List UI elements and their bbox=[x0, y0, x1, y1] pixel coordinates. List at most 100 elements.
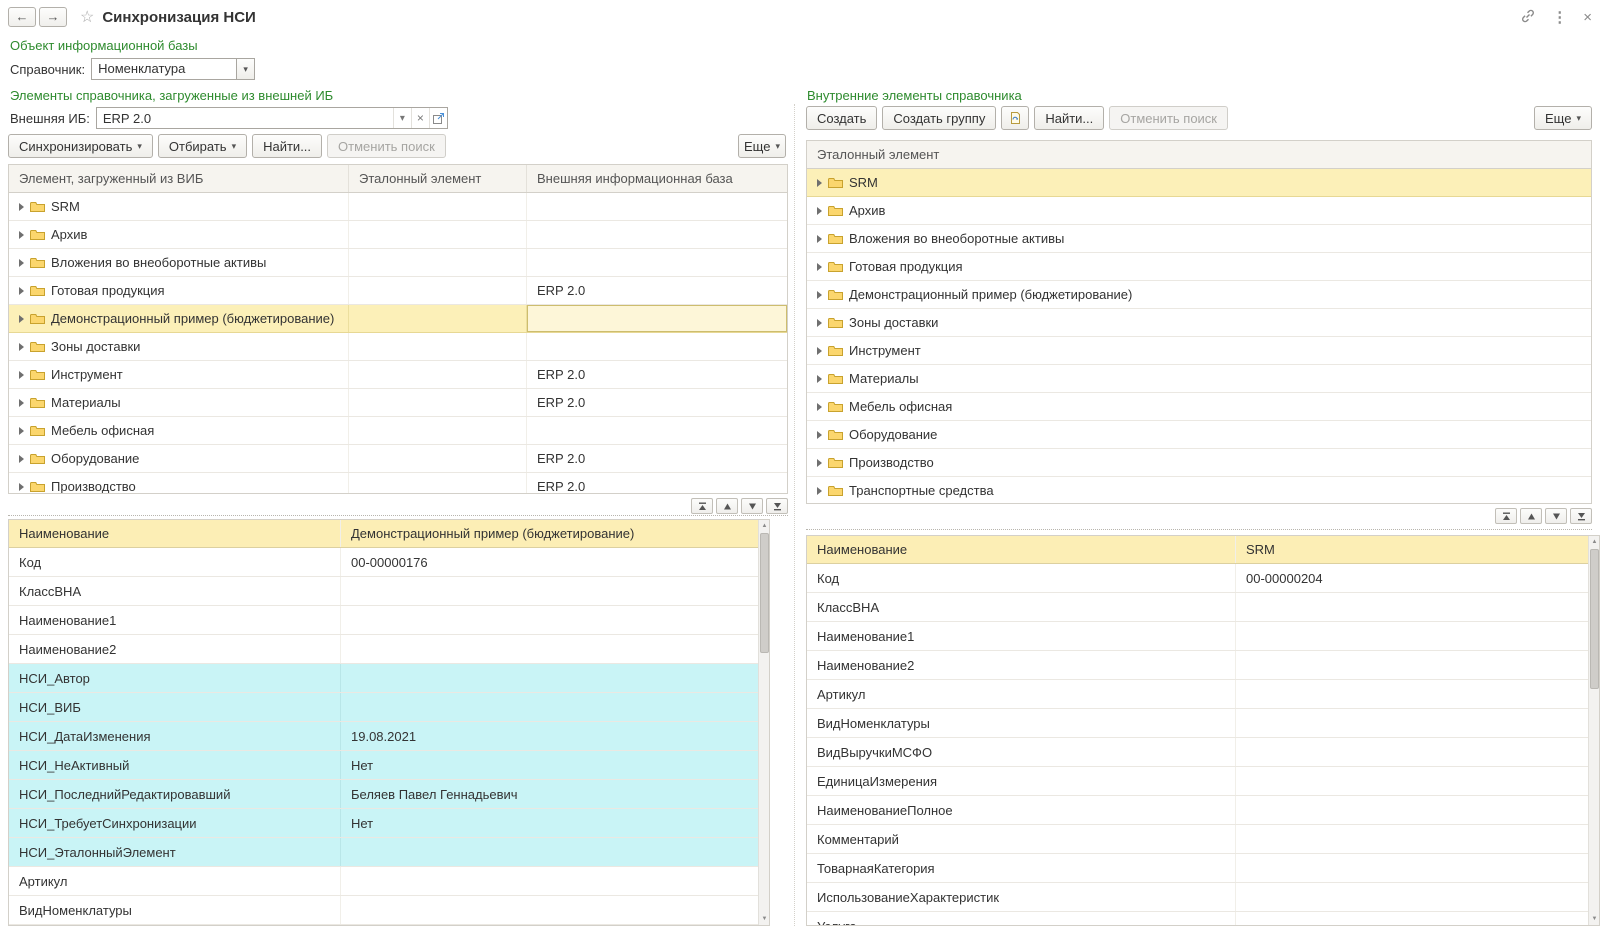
property-row[interactable]: ТоварнаяКатегория bbox=[807, 854, 1588, 883]
expand-arrow-icon[interactable] bbox=[817, 234, 822, 243]
column-header[interactable]: Внешняя информационная база bbox=[527, 165, 787, 192]
vertical-splitter[interactable] bbox=[794, 104, 795, 926]
tree-cell[interactable]: Материалы bbox=[9, 389, 349, 416]
expand-arrow-icon[interactable] bbox=[19, 426, 24, 435]
expand-arrow-icon[interactable] bbox=[817, 374, 822, 383]
more-menu-icon[interactable]: ⋮ bbox=[1552, 10, 1567, 25]
scrollbar-thumb[interactable] bbox=[760, 533, 769, 653]
property-row[interactable]: НСИ_ВИБ bbox=[9, 693, 758, 722]
create-button[interactable]: Создать bbox=[806, 106, 878, 130]
table-row[interactable]: Мебель офисная bbox=[9, 417, 787, 445]
table-row[interactable]: Производство ERP 2.0 bbox=[9, 473, 787, 493]
etalon-cell[interactable] bbox=[349, 417, 527, 444]
expand-arrow-icon[interactable] bbox=[19, 286, 24, 295]
etalon-cell[interactable] bbox=[349, 305, 527, 332]
scroll-down-icon[interactable]: ▼ bbox=[1589, 913, 1599, 925]
tree-cell[interactable]: Производство bbox=[807, 449, 1591, 476]
tree-cell[interactable]: Архив bbox=[807, 197, 1591, 224]
tree-cell[interactable]: Оборудование bbox=[9, 445, 349, 472]
external-ib-cell[interactable] bbox=[527, 221, 787, 248]
clear-icon[interactable]: × bbox=[410, 108, 429, 128]
table-row[interactable]: Оборудование ERP 2.0 bbox=[9, 445, 787, 473]
external-ib-field[interactable]: ERP 2.0 ▾ × bbox=[95, 107, 448, 129]
table-row[interactable]: Готовая продукция ERP 2.0 bbox=[9, 277, 787, 305]
tree-cell[interactable]: Зоны доставки bbox=[9, 333, 349, 360]
property-row[interactable]: Наименование1 bbox=[9, 606, 758, 635]
table-row[interactable]: Архив bbox=[807, 197, 1591, 225]
property-row[interactable]: КлассВНА bbox=[9, 577, 758, 606]
tree-cell[interactable]: Материалы bbox=[807, 365, 1591, 392]
tree-cell[interactable]: Транспортные средства bbox=[807, 477, 1591, 503]
table-row[interactable]: Инструмент bbox=[807, 337, 1591, 365]
left-more-button[interactable]: Еще ▾ bbox=[738, 134, 786, 158]
expand-arrow-icon[interactable] bbox=[817, 206, 822, 215]
etalon-cell[interactable] bbox=[349, 249, 527, 276]
go-up-button[interactable] bbox=[716, 498, 738, 514]
column-header[interactable]: Элемент, загруженный из ВИБ bbox=[9, 165, 349, 192]
expand-arrow-icon[interactable] bbox=[19, 202, 24, 211]
table-row[interactable]: Инструмент ERP 2.0 bbox=[9, 361, 787, 389]
column-header[interactable]: Эталонный элемент bbox=[349, 165, 527, 192]
property-row[interactable]: Услуга bbox=[807, 912, 1588, 925]
external-ib-cell[interactable]: ERP 2.0 bbox=[527, 473, 787, 493]
expand-arrow-icon[interactable] bbox=[817, 458, 822, 467]
tree-cell[interactable]: SRM bbox=[807, 169, 1591, 196]
table-row[interactable]: Материалы bbox=[807, 365, 1591, 393]
catalog-combo[interactable]: Номенклатура ▾ bbox=[91, 58, 256, 80]
expand-arrow-icon[interactable] bbox=[817, 178, 822, 187]
find-button[interactable]: Найти... bbox=[1034, 106, 1105, 130]
table-row[interactable]: Готовая продукция bbox=[807, 253, 1591, 281]
scroll-down-icon[interactable]: ▼ bbox=[759, 913, 769, 925]
external-ib-cell[interactable]: ERP 2.0 bbox=[527, 389, 787, 416]
external-ib-cell[interactable]: ERP 2.0 bbox=[527, 361, 787, 388]
forward-button[interactable]: → bbox=[39, 7, 67, 27]
property-row[interactable]: ВидНоменклатуры bbox=[9, 896, 758, 925]
property-row[interactable]: НСИ_ТребуетСинхронизации Нет bbox=[9, 809, 758, 838]
expand-arrow-icon[interactable] bbox=[817, 402, 822, 411]
tree-cell[interactable]: Оборудование bbox=[807, 421, 1591, 448]
go-bottom-button[interactable] bbox=[766, 498, 788, 514]
table-row[interactable]: SRM bbox=[807, 169, 1591, 197]
filter-button[interactable]: Отбирать ▾ bbox=[157, 134, 248, 158]
table-row[interactable]: Материалы ERP 2.0 bbox=[9, 389, 787, 417]
chevron-down-icon[interactable]: ▾ bbox=[392, 108, 411, 128]
get-link-icon[interactable] bbox=[1520, 8, 1536, 27]
etalon-cell[interactable] bbox=[349, 193, 527, 220]
create-by-copy-button[interactable] bbox=[1001, 106, 1030, 130]
external-ib-cell[interactable]: ERP 2.0 bbox=[527, 277, 787, 304]
external-ib-cell[interactable] bbox=[527, 417, 787, 444]
table-row[interactable]: Зоны доставки bbox=[807, 309, 1591, 337]
table-row[interactable]: Мебель офисная bbox=[807, 393, 1591, 421]
create-group-button[interactable]: Создать группу bbox=[882, 106, 997, 130]
table-row[interactable]: Демонстрационный пример (бюджетирование) bbox=[9, 305, 787, 333]
property-row[interactable]: Комментарий bbox=[807, 825, 1588, 854]
property-row[interactable]: Наименование2 bbox=[807, 651, 1588, 680]
external-ib-cell[interactable]: ERP 2.0 bbox=[527, 445, 787, 472]
expand-arrow-icon[interactable] bbox=[817, 346, 822, 355]
property-row[interactable]: ЕдиницаИзмерения bbox=[807, 767, 1588, 796]
chevron-down-icon[interactable]: ▾ bbox=[237, 58, 256, 80]
expand-arrow-icon[interactable] bbox=[19, 454, 24, 463]
expand-arrow-icon[interactable] bbox=[19, 398, 24, 407]
sync-button[interactable]: Синхронизировать ▾ bbox=[8, 134, 153, 158]
tree-cell[interactable]: Зоны доставки bbox=[807, 309, 1591, 336]
table-row[interactable]: Архив bbox=[9, 221, 787, 249]
tree-cell[interactable]: Демонстрационный пример (бюджетирование) bbox=[9, 305, 349, 332]
expand-arrow-icon[interactable] bbox=[19, 482, 24, 491]
expand-arrow-icon[interactable] bbox=[817, 318, 822, 327]
horizontal-splitter[interactable] bbox=[8, 515, 788, 516]
etalon-cell[interactable] bbox=[349, 473, 527, 493]
horizontal-splitter[interactable] bbox=[806, 529, 1592, 530]
close-icon[interactable]: × bbox=[1583, 10, 1592, 25]
external-ib-cell[interactable] bbox=[527, 333, 787, 360]
expand-arrow-icon[interactable] bbox=[19, 314, 24, 323]
property-row[interactable]: Код 00-00000176 bbox=[9, 548, 758, 577]
tree-cell[interactable]: Инструмент bbox=[9, 361, 349, 388]
property-row[interactable]: Код 00-00000204 bbox=[807, 564, 1588, 593]
property-row[interactable]: Артикул bbox=[9, 867, 758, 896]
table-header[interactable]: Эталонный элемент bbox=[807, 141, 1591, 169]
properties-header-row[interactable]: Наименование Демонстрационный пример (бю… bbox=[9, 520, 758, 548]
find-button[interactable]: Найти... bbox=[252, 134, 323, 158]
open-icon[interactable] bbox=[428, 108, 447, 128]
go-up-button[interactable] bbox=[1520, 508, 1542, 524]
